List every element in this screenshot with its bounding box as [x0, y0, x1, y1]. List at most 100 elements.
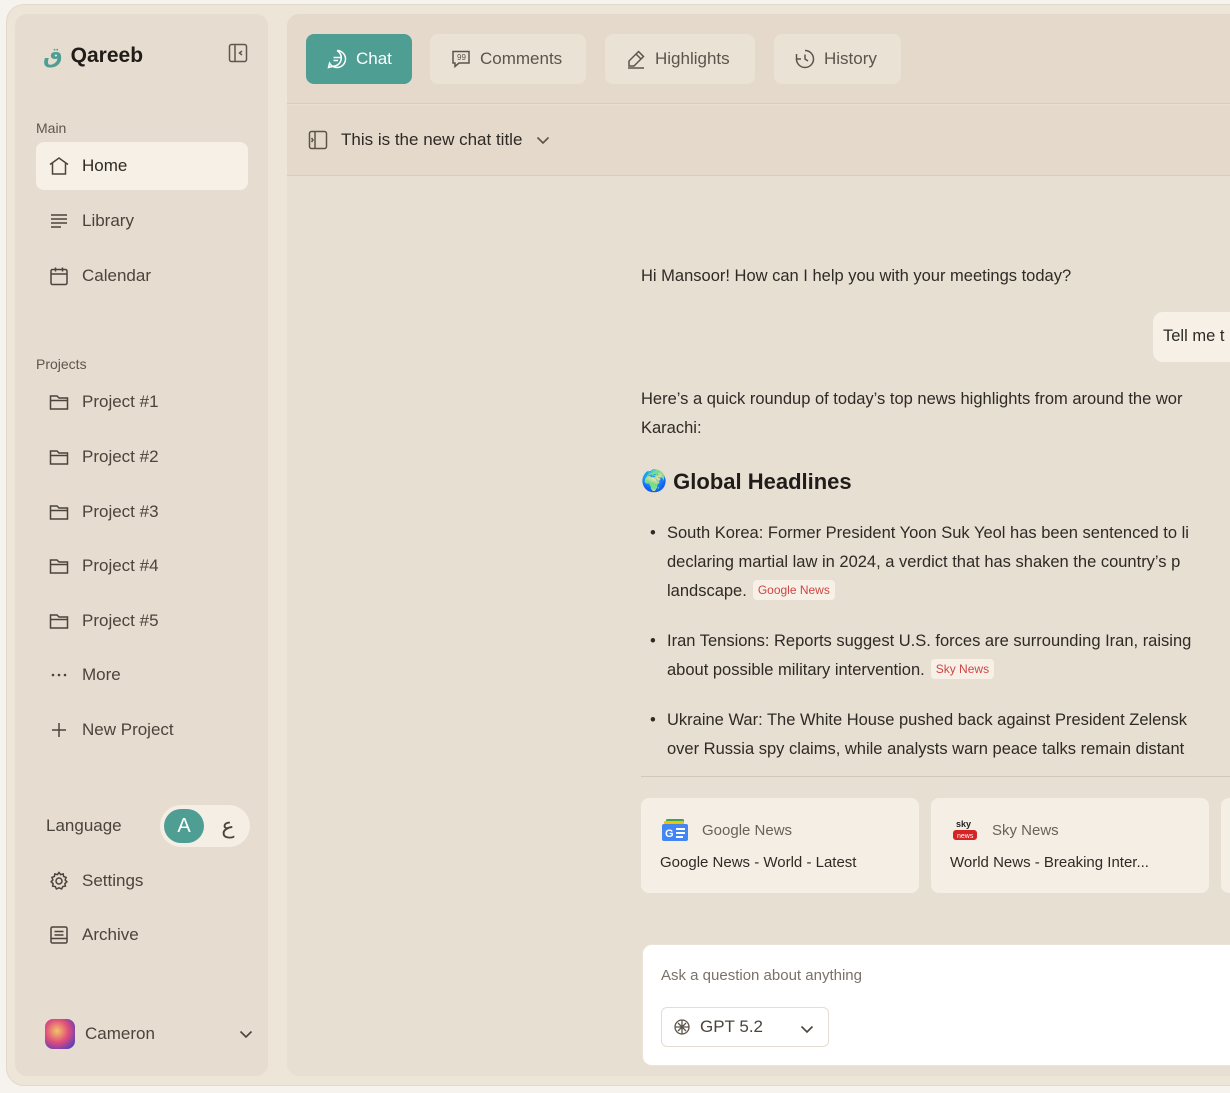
sidebar-item-home[interactable]: Home: [36, 142, 248, 190]
sidebar-item-label: Library: [82, 211, 134, 230]
citation-badge[interactable]: Sky News: [930, 659, 995, 679]
bullet-line: over Russia spy claims, while analysts w…: [667, 740, 1185, 758]
language-option-english[interactable]: A: [164, 809, 204, 843]
sidebar-item-label: Archive: [82, 925, 139, 944]
language-option-arabic[interactable]: ع: [210, 809, 246, 843]
sky-news-logo: sky news: [953, 819, 977, 840]
section-label-main: Main: [36, 120, 67, 136]
folder-icon: [49, 505, 69, 520]
calendar-icon: [50, 267, 68, 286]
tab-history[interactable]: History: [774, 34, 901, 84]
list-item: Ukraine War: The White House pushed back…: [641, 706, 1230, 764]
intro-line: Here’s a quick roundup of today’s top ne…: [641, 390, 1183, 408]
sidebar-item-library[interactable]: Library: [36, 197, 248, 245]
sidebar-collapse-icon[interactable]: [227, 42, 249, 64]
assistant-message: Hi Mansoor! How can I help you with your…: [641, 267, 1072, 285]
list-item: South Korea: Former President Yoon Suk Y…: [641, 519, 1230, 606]
sidebar: ق Qareeb Main Home Library Calendar Proj…: [15, 14, 268, 1076]
source-header: sky news Sky News: [951, 818, 1059, 842]
source-card[interactable]: sky news Sky News World News - Breaking …: [931, 798, 1209, 893]
sidebar-item-archive[interactable]: Archive: [36, 911, 248, 959]
avatar: [45, 1019, 75, 1049]
sidebar-item-project-1[interactable]: Project #1: [36, 378, 248, 426]
quote-icon: 99: [452, 50, 470, 69]
chevron-down-icon[interactable]: [534, 131, 552, 149]
gear-icon: [50, 871, 68, 890]
chat-composer[interactable]: Ask a question about anything GPT 5.2: [642, 944, 1230, 1066]
sidebar-item-label: Home: [82, 156, 128, 175]
globe-icon: 🌍: [641, 470, 668, 493]
tab-label: Chat: [356, 49, 392, 68]
source-title: World News - Breaking Inter...: [950, 854, 1149, 871]
bullet-line: Ukraine War: The White House pushed back…: [667, 711, 1188, 729]
sidebar-item-label: Project #4: [82, 556, 159, 575]
model-name: GPT 5.2: [700, 1017, 763, 1036]
sidebar-item-label: Project #3: [82, 502, 159, 521]
bullet-line: about possible military intervention. Sky…: [667, 656, 1230, 685]
bullet-line: South Korea: Former President Yoon Suk Y…: [667, 524, 1189, 542]
assistant-response-intro: Here’s a quick roundup of today’s top ne…: [641, 385, 1230, 443]
language-toggle[interactable]: A ع: [160, 805, 250, 847]
home-icon: [49, 157, 69, 175]
headline-list: South Korea: Former President Yoon Suk Y…: [641, 519, 1230, 785]
history-icon: [795, 49, 815, 69]
highlighter-icon: [628, 50, 645, 69]
section-heading-text: Global Headlines: [673, 469, 852, 494]
section-heading: 🌍 Global Headlines: [641, 469, 852, 495]
user-name: Cameron: [85, 1024, 155, 1043]
list-item: Iran Tensions: Reports suggest U.S. forc…: [641, 627, 1230, 685]
svg-text:sky: sky: [956, 819, 971, 829]
sidebar-item-more[interactable]: More: [36, 651, 248, 699]
folder-icon: [49, 450, 69, 465]
bullet-line: landscape. Google News: [667, 577, 1230, 606]
model-selector[interactable]: GPT 5.2: [661, 1007, 829, 1047]
sidebar-item-project-4[interactable]: Project #4: [36, 542, 248, 590]
bullet-line: declaring martial law in 2024, a verdict…: [667, 553, 1181, 571]
tab-label: History: [824, 49, 877, 68]
panel-toggle-icon[interactable]: [307, 129, 329, 151]
sidebar-item-calendar[interactable]: Calendar: [36, 252, 248, 300]
sidebar-item-label: New Project: [82, 720, 174, 739]
google-news-logo: G: [662, 819, 688, 841]
tab-chat[interactable]: Chat: [306, 34, 412, 84]
chevron-down-icon: [239, 1030, 253, 1039]
main-panel: Chat 99 Comments Highlights History This…: [287, 14, 1230, 1076]
user-menu[interactable]: Cameron: [45, 1016, 255, 1052]
section-label-projects: Projects: [36, 356, 87, 372]
citation-badge[interactable]: Google News: [752, 580, 835, 600]
chat-title[interactable]: This is the new chat title: [341, 130, 522, 150]
sidebar-item-project-5[interactable]: Project #5: [36, 597, 248, 645]
source-card[interactable]: G Google News Google News - World - Late…: [641, 798, 919, 893]
sidebar-item-settings[interactable]: Settings: [36, 857, 248, 905]
tab-highlights[interactable]: Highlights: [605, 34, 755, 84]
ellipsis-icon: [51, 673, 67, 677]
brand-name: Qareeb: [70, 44, 144, 67]
brand[interactable]: ق Qareeb: [43, 44, 143, 68]
chevron-down-icon: [800, 1025, 814, 1034]
tab-comments[interactable]: 99 Comments: [430, 34, 586, 84]
language-row: Language A ع: [46, 804, 250, 848]
sidebar-item-label: More: [82, 665, 121, 684]
tab-label: Highlights: [655, 49, 730, 68]
source-name: Google News: [702, 821, 793, 839]
plus-icon: [52, 723, 66, 737]
sidebar-item-label: Project #2: [82, 447, 159, 466]
library-icon: [51, 214, 67, 228]
source-title: Google News - World - Latest: [660, 854, 857, 871]
source-header: G Google News: [661, 818, 792, 842]
new-project-button[interactable]: New Project: [36, 706, 248, 754]
tab-bar: Chat 99 Comments Highlights History: [287, 14, 1230, 104]
source-card-partial[interactable]: [1221, 798, 1230, 893]
svg-text:news: news: [957, 833, 974, 840]
sidebar-item-project-2[interactable]: Project #2: [36, 433, 248, 481]
sidebar-item-label: Calendar: [82, 266, 151, 285]
composer-input[interactable]: Ask a question about anything: [661, 967, 862, 984]
bullet-text: about possible military intervention.: [667, 661, 925, 679]
source-name: Sky News: [992, 821, 1059, 839]
sidebar-item-project-3[interactable]: Project #3: [36, 488, 248, 536]
sidebar-item-label: Project #5: [82, 611, 159, 630]
folder-icon: [49, 395, 69, 410]
sidebar-item-label: Settings: [82, 871, 144, 890]
user-message: Tell me t: [1153, 312, 1230, 362]
folder-icon: [49, 559, 69, 574]
